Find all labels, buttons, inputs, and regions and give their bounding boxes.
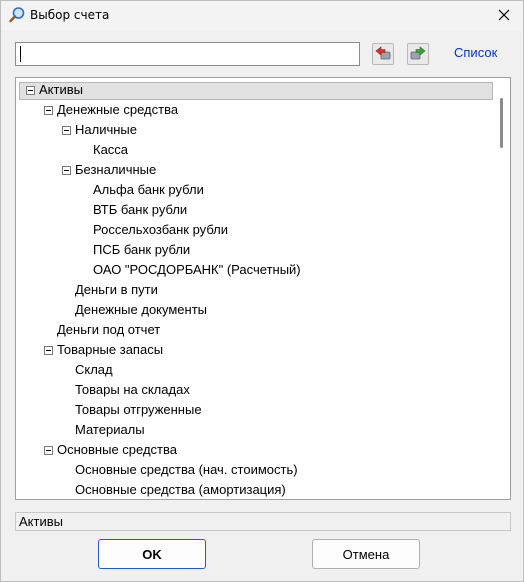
collapse-toggle-icon[interactable] (44, 446, 53, 455)
tree-node[interactable]: Товары отгруженные (16, 400, 496, 420)
tree-node-label: Товары на складах (75, 382, 190, 397)
tree-node[interactable]: ОАО "РОСДОРБАНК" (Расчетный) (16, 260, 496, 280)
account-selection-dialog: Выбор счета Список Активы Денежные средс… (0, 0, 524, 582)
tree-node-label: Касса (93, 142, 129, 157)
tree-node-label: Денежные документы (75, 302, 208, 317)
tree-node-label: Товары отгруженные (75, 402, 202, 417)
tree-node-label: Основные средства (57, 442, 177, 457)
tree-node[interactable]: Основные средства (амортизация) (16, 480, 496, 499)
collapse-toggle-icon[interactable] (44, 106, 53, 115)
tree-node[interactable]: Россельхозбанк рубли (16, 220, 496, 240)
close-icon (498, 9, 510, 24)
text-caret (20, 46, 21, 62)
tree-node-label: Основные средства (нач. стоимость) (75, 462, 298, 477)
tree-node[interactable]: Денежные средства (16, 100, 496, 120)
tree-node-label: Деньги в пути (75, 282, 158, 297)
tree-node[interactable]: Денежные документы (16, 300, 496, 320)
title-bar: Выбор счета (1, 1, 523, 31)
magnifier-icon (8, 6, 26, 24)
collapse-toggle-icon[interactable] (62, 126, 71, 135)
scrollbar-thumb[interactable] (500, 98, 503, 148)
close-button[interactable] (491, 4, 517, 28)
tree-node-label: ПСБ банк рубли (93, 242, 191, 257)
tree-node-label: ВТБ банк рубли (93, 202, 188, 217)
tree-node[interactable]: Материалы (16, 420, 496, 440)
tree-node[interactable]: Товары на складах (16, 380, 496, 400)
tree-node[interactable]: Основные средства (нач. стоимость) (16, 460, 496, 480)
selected-account-field: Активы (15, 512, 511, 531)
tree-node-label: Товарные запасы (57, 342, 164, 357)
ok-button[interactable]: OK (98, 539, 206, 569)
cancel-button[interactable]: Отмена (312, 539, 420, 569)
search-input[interactable] (15, 42, 360, 66)
tree-node[interactable]: Деньги под отчет (16, 320, 496, 340)
collapse-toggle-icon[interactable] (44, 346, 53, 355)
forward-button[interactable] (407, 43, 429, 65)
window-title: Выбор счета (30, 8, 110, 22)
tree-node[interactable]: Касса (16, 140, 496, 160)
tree-node-label: Материалы (75, 422, 145, 437)
account-tree[interactable]: Активы Денежные средства Наличные Касса Безн… (15, 77, 511, 500)
tree-node-label: Склад (75, 362, 113, 377)
tree-node-label: Безналичные (75, 162, 157, 177)
tree-node[interactable]: Основные средства (16, 440, 496, 460)
tree-node[interactable]: Безналичные (16, 160, 496, 180)
tree-node-label: Активы (39, 82, 83, 97)
tree-node[interactable]: Товарные запасы (16, 340, 496, 360)
collapse-toggle-icon[interactable] (26, 86, 35, 95)
list-link[interactable]: Список (454, 45, 497, 60)
tree-node-label: Основные средства (амортизация) (75, 482, 286, 497)
tree-node[interactable]: Склад (16, 360, 496, 380)
tree-node-label: Россельхозбанк рубли (93, 222, 229, 237)
tree-node-label: Денежные средства (57, 102, 179, 117)
selection-highlight (19, 82, 493, 100)
tree-node[interactable]: ВТБ банк рубли (16, 200, 496, 220)
tree-node[interactable]: Активы (16, 80, 496, 100)
tree-node[interactable]: ПСБ банк рубли (16, 240, 496, 260)
arrow-left-icon (375, 45, 391, 64)
back-button[interactable] (372, 43, 394, 65)
tree-node[interactable]: Наличные (16, 120, 496, 140)
arrow-right-icon (410, 45, 426, 64)
collapse-toggle-icon[interactable] (62, 166, 71, 175)
tree-node-label: Альфа банк рубли (93, 182, 204, 197)
tree-node-label: Наличные (75, 122, 137, 137)
tree-node[interactable]: Деньги в пути (16, 280, 496, 300)
tree-node[interactable]: Альфа банк рубли (16, 180, 496, 200)
tree-node-label: ОАО "РОСДОРБАНК" (Расчетный) (93, 262, 301, 277)
tree-node-label: Деньги под отчет (57, 322, 161, 337)
